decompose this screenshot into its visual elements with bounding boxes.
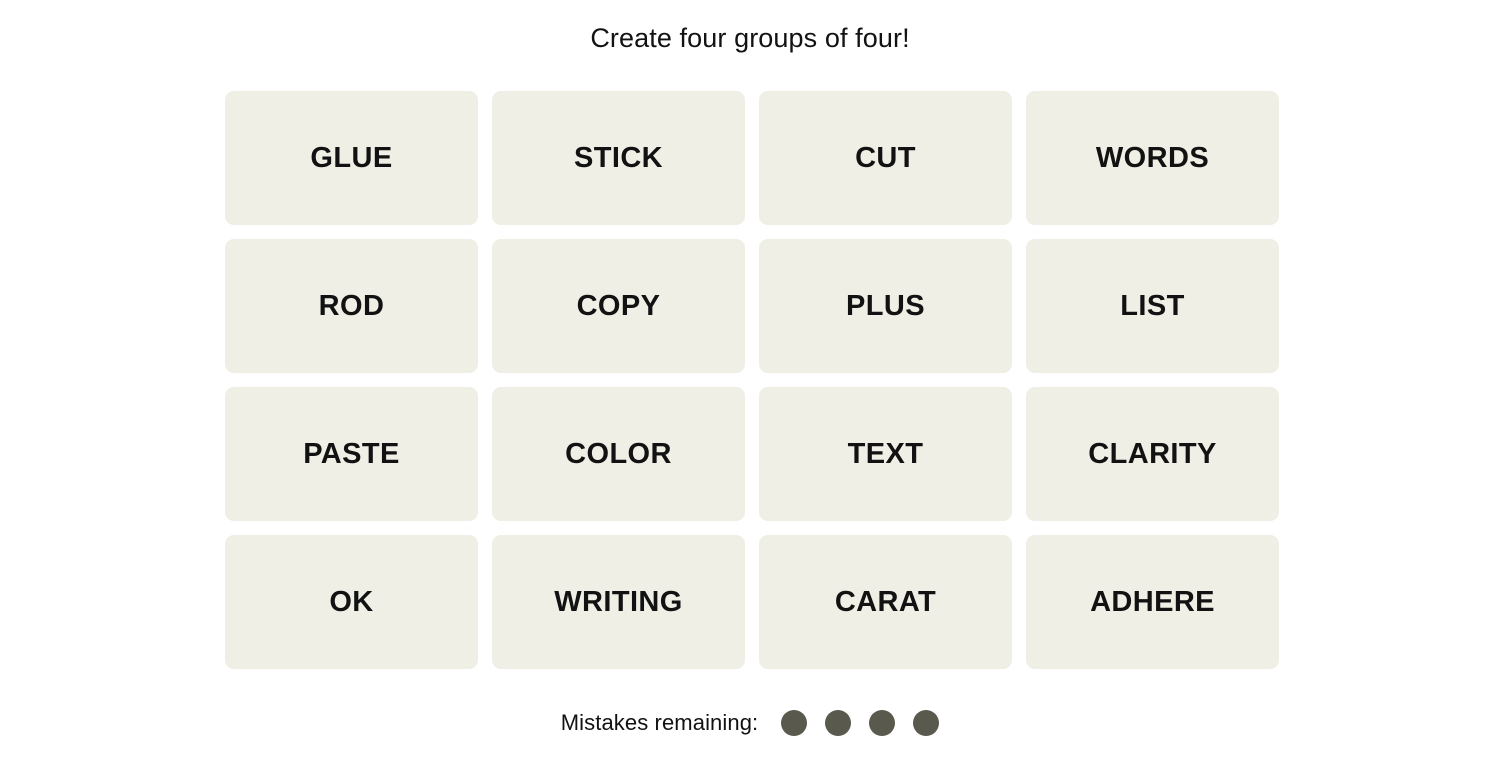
word-tile[interactable]: GLUE xyxy=(225,91,478,225)
word-tile[interactable]: WORDS xyxy=(1026,91,1279,225)
word-tile[interactable]: LIST xyxy=(1026,239,1279,373)
word-tile[interactable]: CARAT xyxy=(759,535,1012,669)
mistakes-remaining-bar: Mistakes remaining: xyxy=(0,709,1500,737)
mistake-dot-icon xyxy=(869,710,896,736)
word-tile[interactable]: STICK xyxy=(492,91,745,225)
word-grid: GLUE STICK CUT WORDS ROD COPY PLUS LIST … xyxy=(225,91,1279,669)
page-title: Create four groups of four! xyxy=(590,23,910,53)
mistakes-remaining-label: Mistakes remaining: xyxy=(560,710,759,735)
word-tile[interactable]: PLUS xyxy=(759,239,1012,373)
mistake-dot-icon xyxy=(825,710,852,736)
connections-game-page: Create four groups of four! GLUE STICK C… xyxy=(0,0,1500,758)
word-tile[interactable]: PASTE xyxy=(225,387,478,521)
word-tile[interactable]: COPY xyxy=(492,239,745,373)
mistakes-dots xyxy=(781,710,940,736)
mistake-dot-icon xyxy=(913,710,940,736)
word-tile[interactable]: OK xyxy=(225,535,478,669)
word-tile[interactable]: ADHERE xyxy=(1026,535,1279,669)
word-tile[interactable]: CLARITY xyxy=(1026,387,1279,521)
word-tile[interactable]: WRITING xyxy=(492,535,745,669)
word-tile[interactable]: CUT xyxy=(759,91,1012,225)
mistake-dot-icon xyxy=(781,710,808,736)
word-tile[interactable]: ROD xyxy=(225,239,478,373)
word-tile[interactable]: COLOR xyxy=(492,387,745,521)
word-tile[interactable]: TEXT xyxy=(759,387,1012,521)
